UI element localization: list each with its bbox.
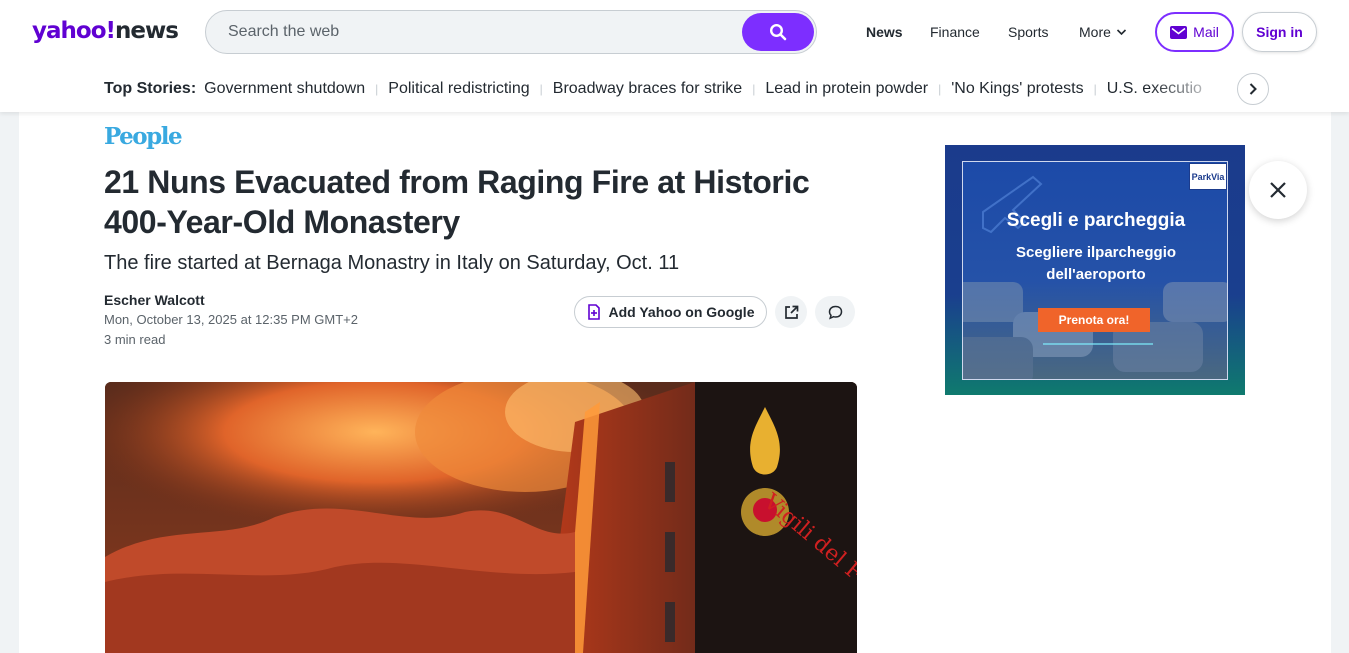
top-stories-next-button[interactable] xyxy=(1237,73,1269,105)
nav-news[interactable]: News xyxy=(866,24,903,40)
separator: | xyxy=(1093,82,1097,96)
article-headline: 21 Nuns Evacuated from Raging Fire at Hi… xyxy=(104,164,810,240)
top-stories-bar: Top Stories: Government shutdown | Polit… xyxy=(104,78,1204,100)
add-yahoo-on-google-button[interactable]: Add Yahoo on Google xyxy=(574,296,767,328)
close-ad-button[interactable] xyxy=(1249,161,1307,219)
nav-finance[interactable]: Finance xyxy=(930,24,980,40)
site-header: yahoo!news News Finance Sports More Mail… xyxy=(0,0,1349,112)
search-input[interactable] xyxy=(228,11,728,53)
sign-in-label: Sign in xyxy=(1256,24,1303,40)
mail-button[interactable]: Mail xyxy=(1155,12,1234,52)
article-hero-image[interactable]: Vigili del Fuoco xyxy=(105,382,857,653)
top-stories-label: Top Stories: xyxy=(104,80,197,97)
ad-cta-button[interactable]: Prenota ora! xyxy=(1038,308,1150,332)
ad-subtitle-line: Scegliere ilparcheggio xyxy=(1015,244,1177,261)
separator: | xyxy=(752,82,756,96)
top-story-link[interactable]: Broadway braces for strike xyxy=(553,80,742,98)
logo-yahoo-text: yahoo! xyxy=(32,18,116,44)
ad-subtitle: Scegliere ilparcheggio dell'aeroporto xyxy=(963,242,1227,286)
ad-creative: ParkVia Scegli e parcheggia Scegliere il… xyxy=(962,161,1228,380)
add-source-icon xyxy=(587,304,600,320)
top-story-link[interactable]: Political redistricting xyxy=(388,80,529,98)
nav-more-label: More xyxy=(1079,24,1111,40)
comment-icon xyxy=(828,305,842,320)
separator: | xyxy=(938,82,942,96)
yahoo-news-logo[interactable]: yahoo!news xyxy=(32,18,179,44)
article-date: Mon, October 13, 2025 at 12:35 PM GMT+2 xyxy=(104,312,358,327)
monastery-fire-photo: Vigili del Fuoco xyxy=(105,382,857,653)
close-icon xyxy=(1270,182,1286,198)
nav-more[interactable]: More xyxy=(1079,24,1127,40)
advertisement[interactable]: ParkVia Scegli e parcheggia Scegliere il… xyxy=(945,145,1245,395)
search-button[interactable] xyxy=(742,13,814,51)
people-source-logo[interactable]: People xyxy=(104,123,183,150)
top-story-link[interactable]: Lead in protein powder xyxy=(765,80,928,98)
chevron-down-icon xyxy=(1116,29,1126,36)
add-yahoo-label: Add Yahoo on Google xyxy=(608,304,755,320)
ad-title: Scegli e parcheggia xyxy=(1006,210,1186,231)
nav-sports[interactable]: Sports xyxy=(1008,24,1048,40)
logo-news-text: news xyxy=(114,18,179,44)
top-story-link[interactable]: Government shutdown xyxy=(204,80,365,98)
ad-subtitle-line: dell'aeroporto xyxy=(1046,266,1146,283)
mail-label: Mail xyxy=(1193,24,1219,40)
article-read-time: 3 min read xyxy=(104,332,166,347)
share-button[interactable] xyxy=(775,296,807,328)
top-story-link[interactable]: 'No Kings' protests xyxy=(951,80,1083,98)
sign-in-button[interactable]: Sign in xyxy=(1242,12,1317,52)
article-subheadline: The fire started at Bernaga Monastry in … xyxy=(104,252,680,274)
share-icon xyxy=(784,305,798,319)
chevron-right-icon xyxy=(1249,83,1257,95)
separator: | xyxy=(375,82,379,96)
top-stories-fade xyxy=(1150,70,1230,108)
separator: | xyxy=(539,82,543,96)
article-author[interactable]: Escher Walcott xyxy=(104,292,205,308)
comments-button[interactable] xyxy=(815,296,855,328)
search-bar xyxy=(205,10,817,54)
mail-icon xyxy=(1170,25,1188,39)
search-icon xyxy=(769,23,787,41)
ad-brand-logo: ParkVia xyxy=(1189,163,1227,190)
